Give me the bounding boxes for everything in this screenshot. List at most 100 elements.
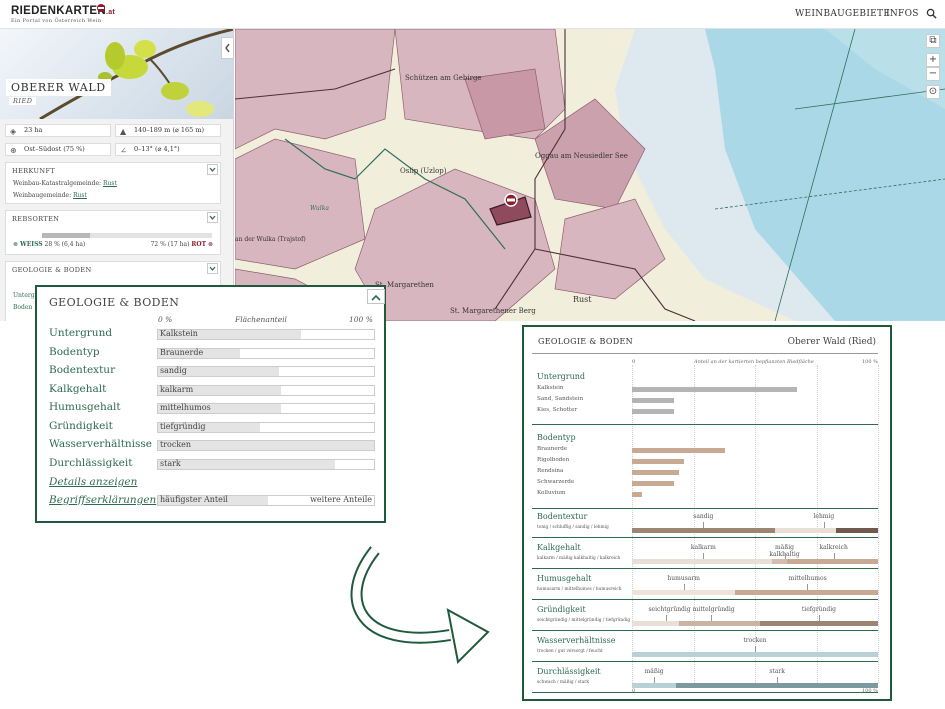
- popup-row-fill: [158, 459, 336, 469]
- rot-label: ROT: [191, 241, 207, 248]
- legend-other-label: weitere Anteile: [310, 495, 372, 504]
- weiss-icon: ⊗: [13, 241, 19, 248]
- rot-icon: ⊗: [207, 241, 213, 248]
- locate-icon: ⊙: [928, 86, 938, 97]
- popup-row-label: Bodentyp: [49, 345, 100, 358]
- glossary-link[interactable]: Begriffserklärungen: [49, 494, 156, 506]
- popup-collapse-button[interactable]: [367, 289, 385, 304]
- map-view[interactable]: Schützen am Gebirge Oggau am Neusiedler …: [235, 29, 945, 321]
- chart-category-label: Schwarzerde: [537, 479, 575, 485]
- chart-separator: [532, 508, 878, 509]
- area-icon: ◈: [10, 127, 17, 136]
- popup-row-bar: kalkarm: [157, 384, 375, 396]
- locate-button[interactable]: ⊙: [926, 85, 940, 99]
- chart-bar: [632, 448, 726, 453]
- weiss-value: 28 % (6,4 ha): [44, 241, 86, 248]
- chart-scale-segment: [772, 559, 787, 564]
- popup-row-label: Bodentextur: [49, 364, 116, 376]
- nav-weinbaugebiete[interactable]: WEINBAUGEBIETE: [795, 9, 890, 19]
- chart-section-title: Humusgehalt: [537, 574, 592, 583]
- popup-scale-label: Flächenanteil: [235, 315, 287, 324]
- chart-section-title: Wasserverhältnisse: [537, 636, 616, 645]
- stat-altitude: ▲ 140–189 m (⌀ 165 m): [115, 124, 221, 137]
- popup-row-value: Kalkstein: [160, 329, 198, 338]
- details-link[interactable]: Details anzeigen: [49, 476, 137, 488]
- chart-separator: [532, 692, 878, 693]
- geologie-title: GEOLOGIE & BODEN: [12, 266, 92, 274]
- zoom-out-button[interactable]: −: [926, 67, 940, 81]
- herkunft-gemeinde-label: Weinbaugemeinde:: [13, 192, 72, 199]
- chevron-down-icon: [209, 167, 216, 173]
- curved-arrow-icon: [350, 546, 490, 665]
- popup-row-value: kalkarm: [160, 384, 194, 394]
- chart-gridline: [816, 365, 818, 683]
- chart-scale-segment: [676, 683, 878, 688]
- map-label-oggau: Oggau am Neusiedler See: [535, 152, 628, 160]
- chart-section-title: Bodentyp: [537, 433, 576, 442]
- chart-bar: [632, 481, 674, 486]
- popup-row-label: Durchlässigkeit: [49, 456, 133, 469]
- popup-row-bar: sandig: [157, 366, 375, 377]
- herkunft-toggle[interactable]: [207, 164, 218, 175]
- chart-section-title: Bodentextur: [537, 512, 588, 521]
- popup-row-value: trocken: [160, 440, 192, 449]
- map-label-oslip: Oslip (Uzlop): [400, 167, 447, 175]
- ried-hero-image: OBERER WALD RIED: [0, 29, 233, 119]
- chart-bar: [632, 409, 674, 414]
- geologie-chart: GEOLOGIE & BODEN Oberer Wald (Ried) 0 An…: [522, 325, 892, 701]
- rebsorten-weiss-fill: [42, 233, 90, 238]
- rebsorten-bar: [42, 233, 212, 238]
- chart-scale-segment: [632, 652, 878, 657]
- chart-scale-segment: [632, 528, 775, 533]
- chart-bar: [632, 492, 642, 497]
- chart-separator: [532, 661, 878, 662]
- chart-scale-segment: [632, 559, 773, 564]
- chart-category-label: Kolluvium: [537, 490, 566, 496]
- map-label-rust: Rust: [573, 295, 592, 304]
- chart-scale-sublabel: kalkarm / mäßig kalkhaltig / kalkreich: [537, 556, 621, 561]
- layers-button[interactable]: ⧉: [926, 34, 940, 48]
- rot-value: 72 % (17 ha): [150, 241, 190, 248]
- site-tagline: Ein Portal von Österreich Wein: [11, 18, 102, 24]
- chart-scale-segment: [632, 590, 736, 595]
- chart-scale-segment: [735, 590, 878, 595]
- rebsorten-toggle[interactable]: [207, 212, 218, 223]
- chart-scale-sublabel: humusarm / mittelhumos / humusreich: [537, 587, 622, 592]
- chart-axis-min-bottom: 0: [632, 688, 636, 694]
- geologie-peek-untergrund: Untergr: [13, 292, 38, 299]
- chart-section-title: Durchlässigkeit: [537, 667, 601, 676]
- chart-scale-label: sandig: [693, 513, 714, 520]
- herkunft-title: HERKUNFT: [12, 167, 56, 175]
- stat-area: ◈ 23 ha: [5, 124, 111, 137]
- popup-row-label: Kalkgehalt: [49, 382, 107, 395]
- compass-icon: ⊛: [10, 146, 17, 155]
- popup-row-value: stark: [160, 458, 181, 468]
- map-label-st-margarethener-berg: St. Margarethener Berg: [450, 307, 536, 315]
- chart-scale-segment: [759, 621, 878, 626]
- geologie-toggle[interactable]: [207, 263, 218, 274]
- chart-bar: [632, 470, 679, 475]
- chart-scale-segment: [632, 621, 679, 626]
- stat-slope: ∠ 0–13° (⌀ 4,1°): [115, 143, 221, 156]
- chart-section-title: Kalkgehalt: [537, 543, 581, 552]
- chart-bar: [632, 387, 797, 392]
- chart-category-label: Rendsina: [537, 468, 564, 474]
- sidebar-collapse-button[interactable]: [221, 37, 234, 59]
- chart-category-label: Sand, Sandstein: [537, 396, 584, 402]
- chart-category-label: Kalkstein: [537, 385, 564, 391]
- popup-legend-bar: häufigster Anteil weitere Anteile: [157, 495, 375, 506]
- zoom-in-button[interactable]: +: [926, 53, 940, 67]
- chart-scale-segment: [678, 621, 760, 626]
- search-icon[interactable]: [926, 8, 937, 19]
- herkunft-kg-link[interactable]: Rust: [103, 180, 117, 187]
- herkunft-gemeinde-link[interactable]: Rust: [73, 192, 87, 199]
- map-canvas: [235, 29, 945, 321]
- nav-infos[interactable]: INFOS: [886, 9, 919, 19]
- popup-row-bar: tiefgründig: [157, 421, 375, 433]
- chart-scale-segment: [774, 528, 837, 533]
- geologie-peek-boden: Boden: [13, 304, 33, 311]
- chart-category-label: Kies, Schotter: [537, 407, 578, 413]
- vine-leaves-illustration: [39, 29, 233, 119]
- popup-row-value: mittelhumos: [160, 403, 211, 412]
- geologie-popup: GEOLOGIE & BODEN 0 % Flächenanteil 100 %…: [35, 285, 386, 523]
